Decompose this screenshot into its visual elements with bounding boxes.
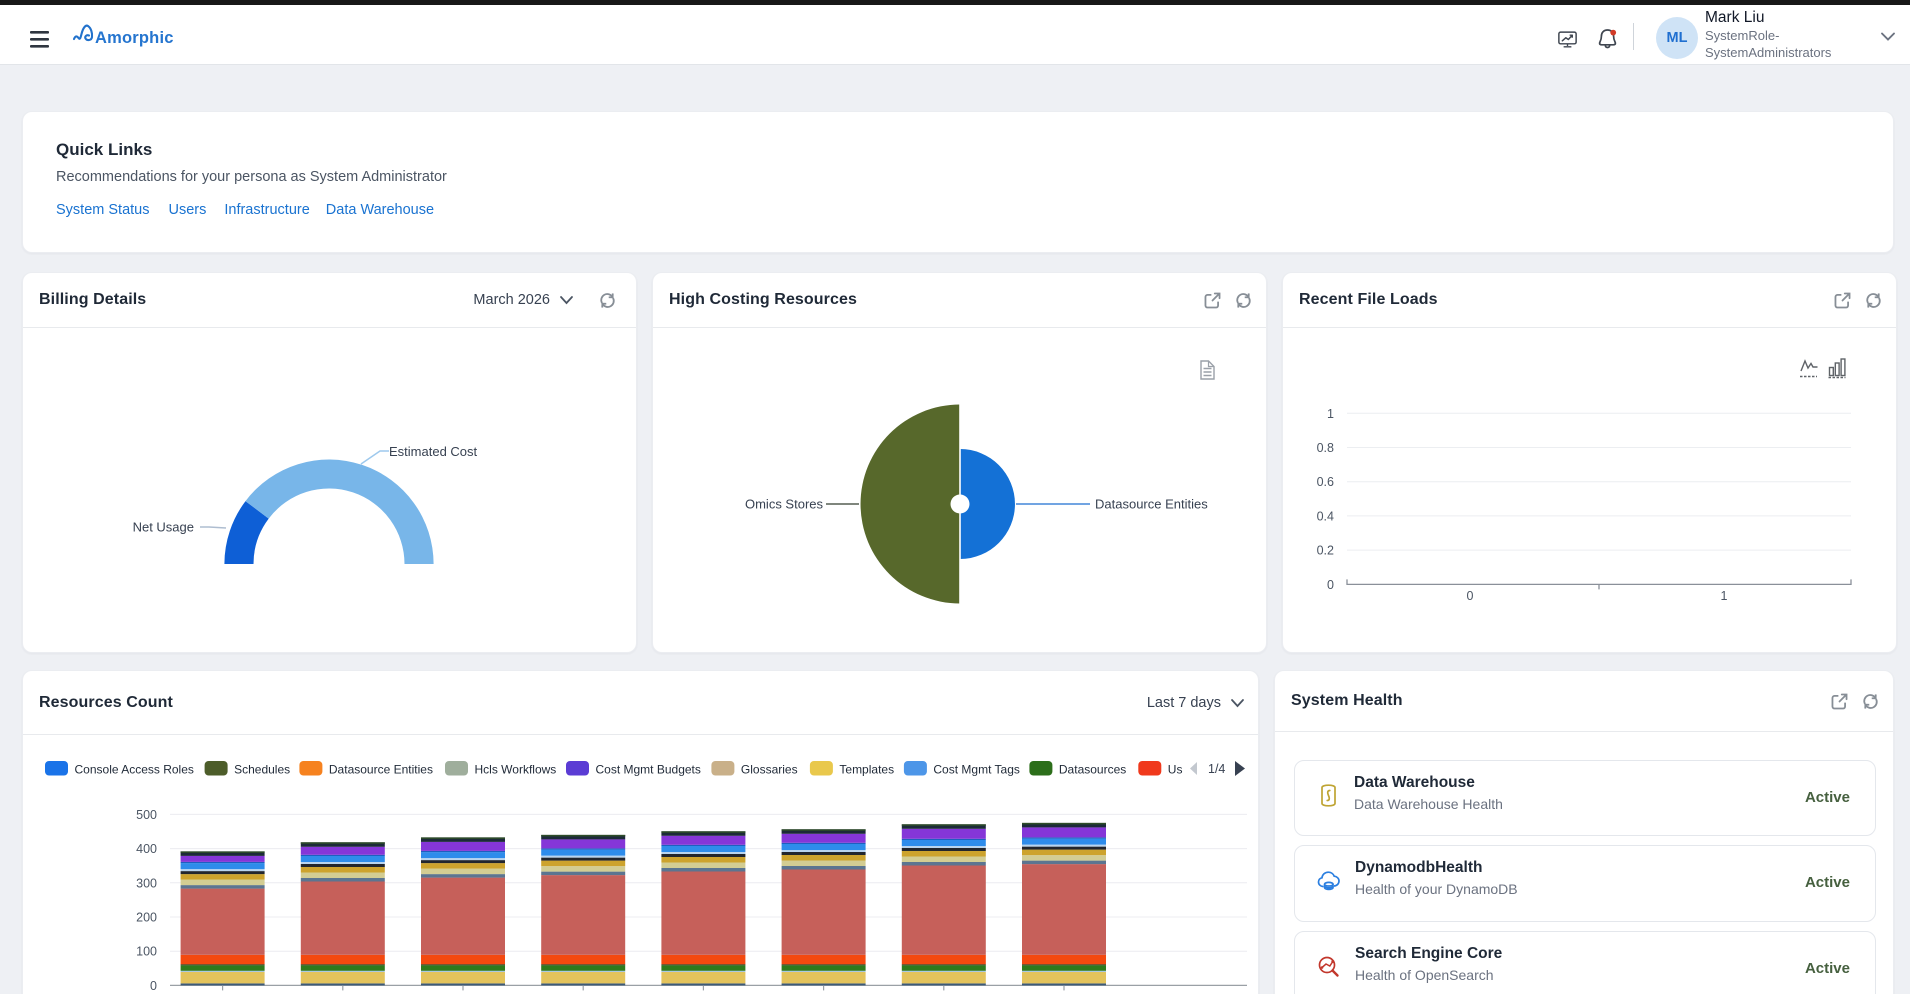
svg-text:200: 200 xyxy=(136,911,157,925)
svg-text:400: 400 xyxy=(136,842,157,856)
svg-text:Estimated Cost: Estimated Cost xyxy=(389,444,478,459)
svg-text:Datasource Entities: Datasource Entities xyxy=(329,763,433,777)
svg-text:500: 500 xyxy=(136,808,157,822)
svg-text:Cost Mgmt Budgets: Cost Mgmt Budgets xyxy=(596,763,701,777)
svg-text:0.4: 0.4 xyxy=(1317,509,1334,523)
svg-text:Omics Stores: Omics Stores xyxy=(745,497,824,512)
svg-text:Datasources: Datasources xyxy=(1059,763,1126,777)
svg-text:0: 0 xyxy=(1327,578,1334,592)
svg-text:Datasource Entities: Datasource Entities xyxy=(1095,497,1208,512)
svg-text:1/4: 1/4 xyxy=(1208,762,1225,776)
svg-text:0: 0 xyxy=(150,979,157,993)
svg-text:1: 1 xyxy=(1721,589,1728,603)
svg-text:0: 0 xyxy=(1467,589,1474,603)
svg-text:Hcls Workflows: Hcls Workflows xyxy=(475,763,557,777)
svg-text:Us: Us xyxy=(1168,763,1183,777)
svg-text:0.2: 0.2 xyxy=(1317,544,1334,558)
svg-text:300: 300 xyxy=(136,876,157,890)
svg-text:Cost Mgmt Tags: Cost Mgmt Tags xyxy=(933,763,1019,777)
svg-text:Schedules: Schedules xyxy=(234,763,290,777)
svg-text:Glossaries: Glossaries xyxy=(741,763,798,777)
svg-text:0.6: 0.6 xyxy=(1317,475,1334,489)
svg-text:1: 1 xyxy=(1327,407,1334,421)
svg-text:Templates: Templates xyxy=(839,763,894,777)
svg-text:Net Usage: Net Usage xyxy=(133,520,194,535)
svg-text:0.8: 0.8 xyxy=(1317,441,1334,455)
svg-text:100: 100 xyxy=(136,945,157,959)
svg-text:Console Access Roles: Console Access Roles xyxy=(75,763,194,777)
